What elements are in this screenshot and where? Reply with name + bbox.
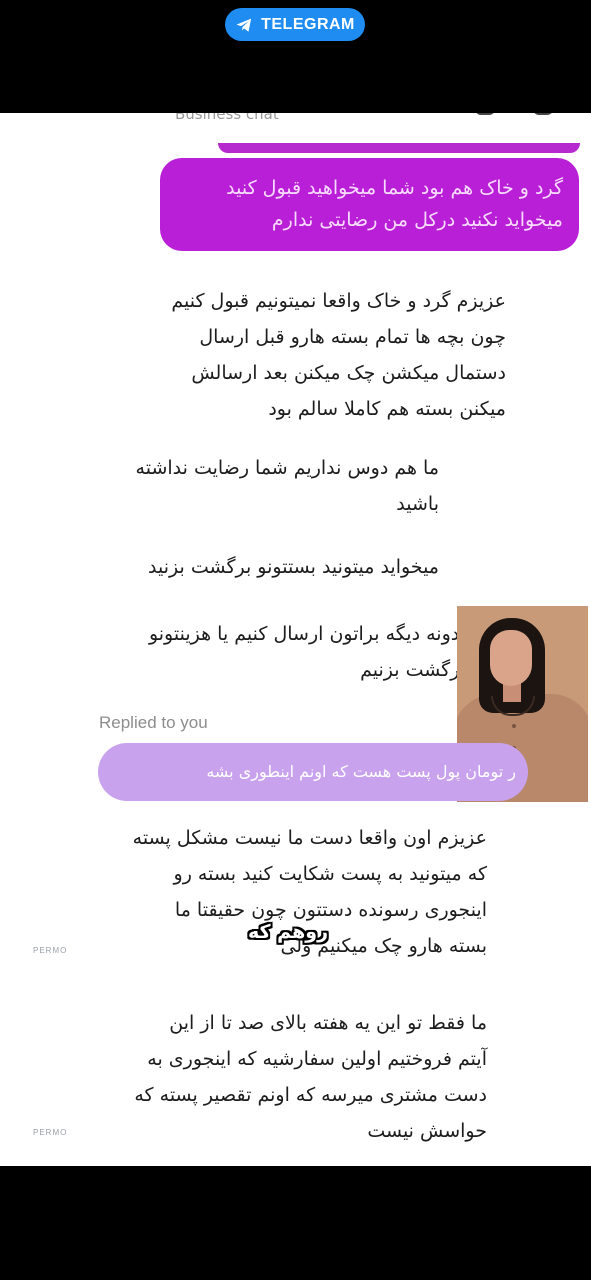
incoming-message[interactable]: یدونه دیگه براتون ارسال کنیم یا هزینتونو… xyxy=(149,616,466,688)
watermark: PERMO xyxy=(33,946,68,955)
quoted-reply[interactable]: ر تومان پول پست هست که اونم اینطوری بشه xyxy=(98,743,528,801)
message-line: میکنن بسته هم کاملا سالم بود xyxy=(268,398,506,420)
message-line: عزیزم گرد و خاک واقعا نمیتونیم قبول کنیم xyxy=(171,290,506,312)
message-line: گرد و خاک هم بود شما میخواهید قبول کنید xyxy=(226,177,563,199)
message-line: دست مشتری میرسه که اونم تقصیر پسته که xyxy=(134,1084,487,1106)
outgoing-message[interactable]: گرد و خاک هم بود شما میخواهید قبول کنید … xyxy=(160,158,579,251)
message-line: دستمال میکشن چک میکنن بعد ارسالش xyxy=(191,362,506,384)
message-line: که میتونید به پست شکایت کنید بسته رو xyxy=(173,863,487,885)
badge-label: TELEGRAM xyxy=(261,15,355,33)
message-line: چون بچه ها تمام بسته هارو قبل ارسال xyxy=(199,326,506,348)
telegram-badge: TELEGRAM xyxy=(225,8,365,41)
message-line: ما فقط تو این یه هفته بالای صد تا از این xyxy=(169,1012,487,1034)
message-line: میخواید میتونید بستتونو برگشت بزنید xyxy=(148,556,439,578)
message-line: آیتم فروختیم اولین سفارشیه که اینجوری به xyxy=(147,1048,487,1070)
message-line: حواسش نیست xyxy=(367,1120,487,1142)
message-line: برگشت بزنیم xyxy=(360,659,466,681)
message-line: یدونه دیگه براتون ارسال کنیم یا هزینتونو xyxy=(148,623,466,645)
incoming-message[interactable]: میخواید میتونید بستتونو برگشت بزنید xyxy=(148,549,439,585)
incoming-message[interactable]: ما هم دوس نداریم شما رضایت نداشته باشید xyxy=(136,450,439,522)
header-icons[interactable] xyxy=(475,113,555,117)
incoming-message[interactable]: ما فقط تو این یه هفته بالای صد تا از این… xyxy=(134,1005,487,1149)
replied-label: Replied to you xyxy=(99,713,208,732)
message-line: باشید xyxy=(396,493,439,515)
chat-screen: Business chat گرد و خاک هم بود شما میخوا… xyxy=(0,113,591,1166)
chat-header-label: Business chat xyxy=(175,113,279,123)
message-line: ما هم دوس نداریم شما رضایت نداشته xyxy=(135,457,439,479)
previous-message-edge xyxy=(218,143,580,153)
video-caption: روهم که xyxy=(248,921,329,943)
message-line: میخواید نکنید درکل من رضایتی ندارم xyxy=(271,209,563,231)
watermark: PERMO xyxy=(33,1128,68,1137)
message-line: عزیزم اون واقعا دست ما نیست مشکل پسته xyxy=(132,827,487,849)
telegram-plane-icon xyxy=(236,18,252,32)
incoming-message[interactable]: عزیزم گرد و خاک واقعا نمیتونیم قبول کنیم… xyxy=(171,283,506,427)
